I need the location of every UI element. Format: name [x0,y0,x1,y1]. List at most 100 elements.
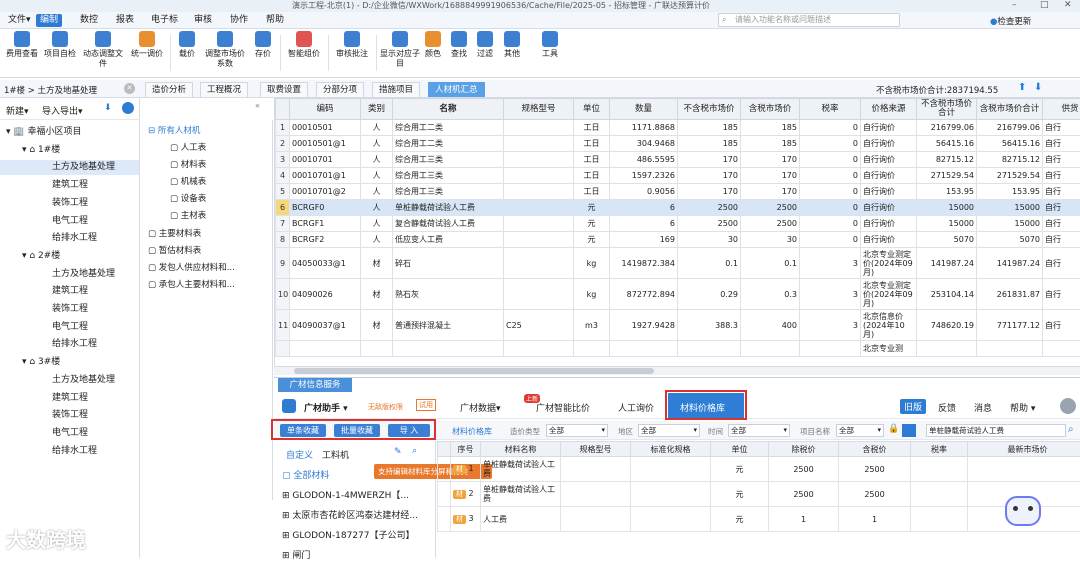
table-cell[interactable]: 工日 [574,120,610,136]
table-cell[interactable]: 04050033@1 [290,248,361,279]
material-search-input[interactable]: 单桩静载荷试验人工费 [926,424,1066,437]
tree-item[interactable]: ▾ 🏢 幸福小区项目 [6,125,145,140]
lock-icon[interactable]: 🔒 [888,424,899,434]
search-icon[interactable]: ⌕ [1068,424,1074,435]
column-header[interactable]: 材料名称 [481,442,561,457]
table-row[interactable]: 200010501@1人综合用工二类工日304.94681851850自行询价5… [276,136,1080,152]
tree-item[interactable]: 装饰工程 [0,196,139,211]
expand-icon[interactable]: ⊞ [282,531,292,541]
table-cell[interactable]: 0 [800,216,861,232]
table-cell[interactable]: 熟石灰 [393,279,504,310]
table-cell[interactable]: BCRGF0 [290,200,361,216]
table-cell[interactable]: 综合用工三类 [393,184,504,200]
table-cell[interactable]: 170 [678,184,741,200]
table-cell[interactable]: 自行 [1043,232,1080,248]
table-row[interactable]: 1104090037@1材普通预拌混凝土C25m31927.9428388.34… [276,310,1080,341]
menu-review[interactable]: 审核 [190,14,216,27]
column-header[interactable]: 含税价 [839,442,911,457]
category-item[interactable]: ▢ 暂估材料表 [148,244,201,256]
adjust-coefficient-button[interactable]: 调整市场价系数 [202,31,248,69]
table-row[interactable]: 1004090026材熟石灰kg872772.8940.290.33北京专业测定… [276,279,1080,310]
table-cell[interactable] [610,341,678,357]
table-cell[interactable] [504,279,574,310]
table-cell[interactable]: 56415.16 [917,136,977,152]
tree-item[interactable]: 电气工程 [0,320,139,335]
table-cell[interactable]: 2500 [678,216,741,232]
table-cell[interactable]: 人 [361,232,393,248]
table-cell[interactable]: 170 [678,152,741,168]
table-cell[interactable]: 材 [361,248,393,279]
table-cell[interactable]: 6 [610,200,678,216]
column-header[interactable]: 单位 [711,442,769,457]
fee-view-button[interactable]: 费用查看 [4,31,40,59]
menu-numcontrol[interactable]: 数控 [76,14,102,27]
table-cell[interactable] [800,341,861,357]
table-cell[interactable]: 自行 [1043,200,1080,216]
table-cell[interactable]: 0 [800,168,861,184]
table-cell[interactable]: 人 [361,136,393,152]
table-cell[interactable] [361,341,393,357]
move-down-icon[interactable]: ⬇ [104,103,112,113]
table-cell[interactable]: 153.95 [917,184,977,200]
table-cell[interactable]: 低应变人工费 [393,232,504,248]
table-cell[interactable]: 15000 [977,200,1043,216]
category-item[interactable]: ⊟ 所有人材机 [148,124,200,136]
table-row[interactable]: 材 1单桩静载荷试验人工费元25002500 [438,457,1080,482]
unified-adjust-button[interactable]: 统一调价 [128,31,166,59]
table-cell[interactable] [504,216,574,232]
table-cell[interactable] [631,457,711,482]
column-header[interactable]: 最新市场价 [968,442,1080,457]
table-cell[interactable]: 261831.87 [977,279,1043,310]
table-cell[interactable]: 元 [574,200,610,216]
table-cell[interactable] [574,341,610,357]
avatar[interactable] [1060,398,1076,414]
table-cell[interactable]: 1597.2326 [610,168,678,184]
table-cell[interactable]: 2500 [769,482,839,507]
table-cell[interactable]: C25 [504,310,574,341]
table-cell[interactable]: 185 [741,120,800,136]
material-lib-item[interactable]: ⊞ 太原市杏花岭区鸿泰达建材经... [282,508,437,521]
table-cell[interactable]: 普通预拌混凝土 [393,310,504,341]
assistant-robot-icon[interactable] [1001,492,1045,532]
table-cell[interactable]: 人 [361,152,393,168]
table-cell[interactable]: 169 [610,232,678,248]
table-row[interactable]: 材 2单桩静载荷试验人工费元25002500 [438,482,1080,507]
table-cell[interactable] [438,457,451,482]
table-cell[interactable]: 253104.14 [917,279,977,310]
check-update-button[interactable]: ●检查更新 [990,15,1031,27]
table-cell[interactable] [561,482,631,507]
table-cell[interactable]: 自行 [1043,248,1080,279]
find-button[interactable]: 查找 [448,31,470,59]
table-cell[interactable]: 自行询价 [861,152,917,168]
tab-division-items[interactable]: 分部分项 [316,82,364,97]
table-cell[interactable]: 486.5595 [610,152,678,168]
category-item[interactable]: ▢ 设备表 [170,192,206,204]
region-select[interactable]: 全部▾ [638,424,700,437]
table-cell[interactable]: 00010501@1 [290,136,361,152]
table-cell[interactable]: 自行 [1043,279,1080,310]
scrollbar-thumb[interactable] [294,368,654,374]
table-cell[interactable]: 216799.06 [917,120,977,136]
table-cell[interactable] [504,341,574,357]
arrow-down-icon[interactable]: ⬇ [1034,82,1042,93]
tree-item[interactable]: 电气工程 [0,214,139,229]
table-cell[interactable]: 6 [610,216,678,232]
function-search-input[interactable]: ⌕ 请输入功能名称或问题描述 [718,13,900,27]
tree-item[interactable]: 给排水工程 [0,337,139,352]
table-cell[interactable]: 170 [741,168,800,184]
table-cell[interactable]: 185 [678,136,741,152]
table-cell[interactable] [393,341,504,357]
table-cell[interactable]: 2500 [839,482,911,507]
edit-icon[interactable]: ✎ [394,447,402,457]
minimize-button[interactable]: – [1012,0,1017,10]
table-cell[interactable]: 1419872.384 [610,248,678,279]
old-version-button[interactable]: 旧版 [900,399,926,414]
table-cell[interactable]: 自行询价 [861,168,917,184]
table-row[interactable]: 北京专业测 [276,341,1080,357]
table-cell[interactable] [504,168,574,184]
tree-item[interactable]: 装饰工程 [0,302,139,317]
table-cell[interactable]: 自行询价 [861,232,917,248]
tab-labor-machine[interactable]: 工料机 [322,448,349,461]
table-cell[interactable]: 综合用工三类 [393,168,504,184]
table-cell[interactable] [911,482,968,507]
